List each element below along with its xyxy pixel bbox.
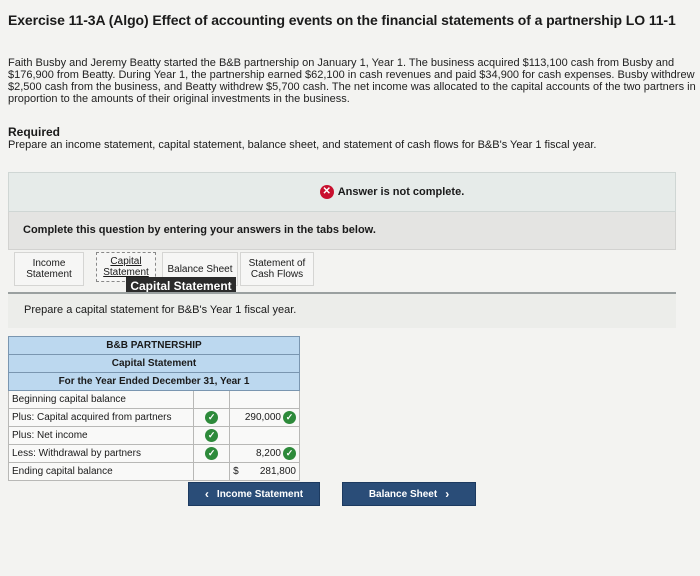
table-row: Less: Withdrawal by partners ✓ 8,200 ✓ — [7, 444, 300, 463]
required-heading: Required — [8, 125, 61, 139]
row-value: 290,000 — [244, 412, 281, 423]
prev-tab-label: Income Statement — [216, 488, 304, 500]
instructions-panel: Complete this question by entering your … — [8, 212, 676, 250]
exercise-title: Exercise 11-3A (Algo) Effect of accounti… — [8, 12, 676, 28]
row-label[interactable]: Plus: Net income — [7, 426, 195, 445]
checkmark-icon: ✓ — [205, 429, 219, 442]
tab-income-label-2: Statement — [26, 269, 72, 280]
statement-name: Capital Statement — [8, 354, 300, 373]
tab-balance-label: Balance Sheet — [167, 263, 233, 275]
answer-status-banner: ✕ Answer is not complete. — [8, 172, 676, 212]
row-value-input[interactable] — [229, 426, 300, 445]
next-tab-button[interactable]: Balance Sheet › — [342, 482, 476, 506]
row-value-cell[interactable]: 8,200 ✓ — [229, 444, 300, 463]
tab-income-label-1: Income — [32, 258, 66, 269]
statement-period: For the Year Ended December 31, Year 1 — [8, 372, 300, 391]
row-value-cell: $ 281,800 — [229, 462, 300, 481]
tab-cash-label-1: Statement of — [248, 258, 306, 269]
checkmark-icon: ✓ — [283, 447, 296, 460]
tab-cash-label-2: Cash Flows — [250, 269, 304, 280]
required-text: Prepare an income statement, capital sta… — [8, 139, 597, 151]
prompt-text: Prepare a capital statement for B&B's Ye… — [24, 304, 297, 316]
error-x-icon: ✕ — [319, 185, 334, 199]
tab-income-statement[interactable]: Income Statement — [14, 252, 84, 286]
checkmark-icon: ✓ — [205, 411, 219, 424]
row-value: 281,800 — [259, 466, 296, 477]
row-value-input[interactable] — [229, 390, 300, 409]
capital-statement-table: B&B PARTNERSHIP Capital Statement For th… — [7, 336, 300, 481]
row-label[interactable]: Less: Withdrawal by partners — [7, 444, 195, 463]
tab-capital-label-1: Capital — [110, 256, 142, 267]
statement-company: B&B PARTNERSHIP — [8, 336, 300, 355]
instructions-text: Complete this question by entering your … — [23, 224, 376, 236]
row-value-cell[interactable]: 290,000 ✓ — [229, 408, 300, 427]
checkmark-icon: ✓ — [205, 447, 219, 460]
problem-text: Faith Busby and Jeremy Beatty started th… — [8, 57, 696, 105]
table-row: Beginning capital balance — [7, 390, 300, 409]
next-tab-label: Balance Sheet — [368, 488, 438, 500]
prev-tab-button[interactable]: ‹ Income Statement — [188, 482, 320, 506]
answer-status-text: Answer is not complete. — [337, 186, 465, 198]
currency-symbol: $ — [233, 466, 239, 477]
tab-cash-flows[interactable]: Statement of Cash Flows — [240, 252, 314, 286]
chevron-right-icon: › — [445, 487, 450, 501]
table-row: Plus: Capital acquired from partners ✓ 2… — [7, 408, 300, 427]
row-label: Ending capital balance — [7, 462, 195, 481]
row-label[interactable]: Beginning capital balance — [7, 390, 195, 409]
checkmark-icon: ✓ — [283, 411, 296, 424]
row-label[interactable]: Plus: Capital acquired from partners — [7, 408, 195, 427]
row-value: 8,200 — [255, 448, 281, 459]
chevron-left-icon: ‹ — [204, 487, 209, 501]
table-row: Ending capital balance $ 281,800 — [7, 462, 300, 481]
table-row: Plus: Net income ✓ — [7, 426, 300, 445]
